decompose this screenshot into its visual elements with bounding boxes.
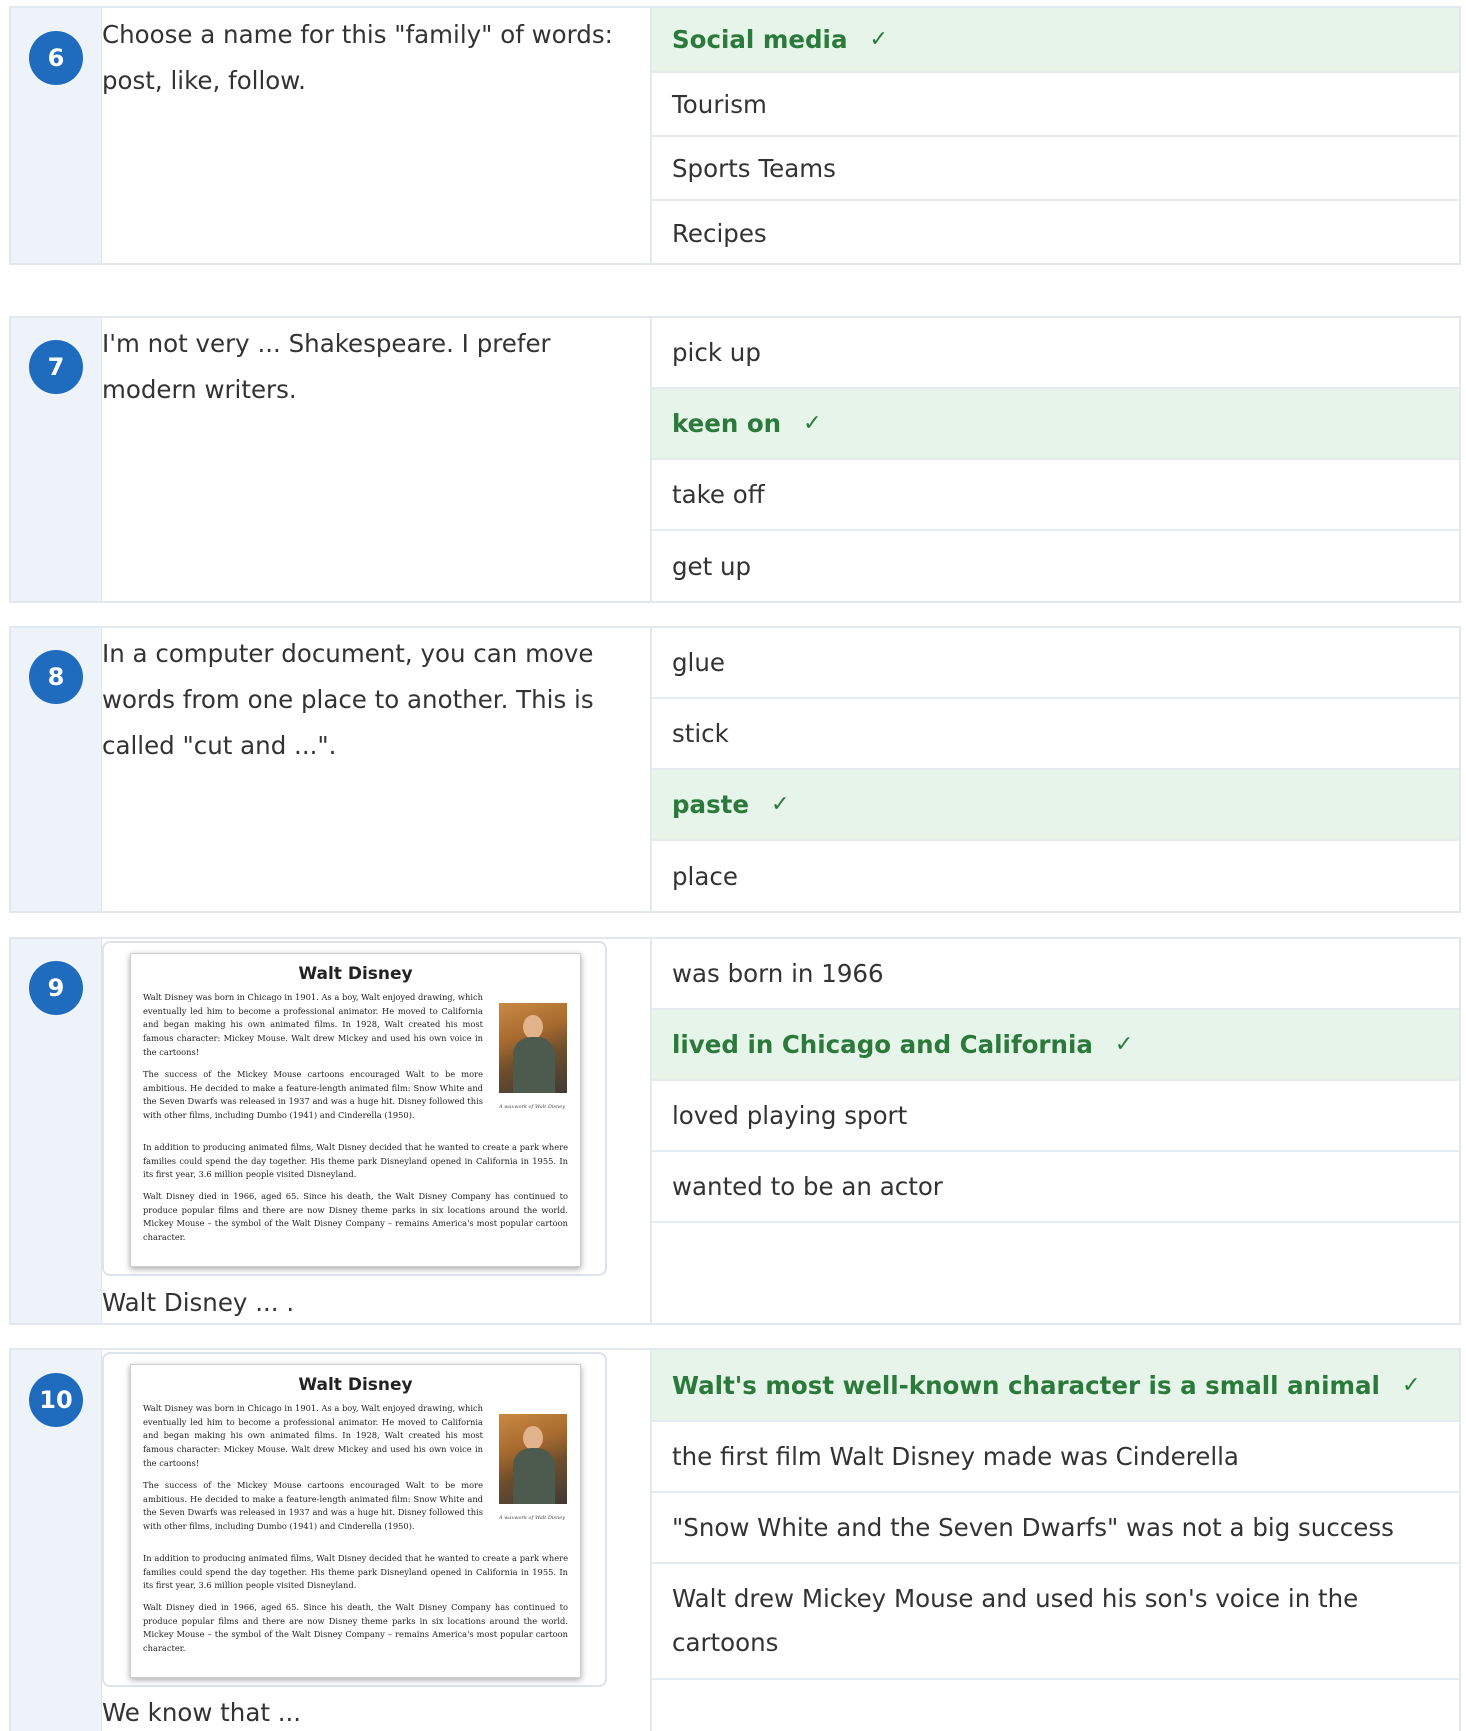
checkmark-icon: ✓ (1114, 1032, 1134, 1057)
answer-option-correct[interactable]: lived in Chicago and California ✓ (652, 1010, 1459, 1081)
reading-text-image[interactable]: Walt Disney Walt Disney was born in Chic… (102, 1352, 607, 1687)
answer-option-label: was born in 1966 (672, 959, 884, 988)
question-card-9: 9 Walt Disney Walt Disney was born in Ch… (9, 937, 1461, 1325)
question-number-column: 9 (11, 939, 102, 1323)
question-number-badge: 10 (29, 1373, 83, 1427)
reading-paragraph: The success of the Mickey Mouse cartoons… (143, 1480, 483, 1532)
answer-option-label: paste (672, 790, 749, 819)
answer-option[interactable]: get up (652, 531, 1459, 601)
checkmark-icon: ✓ (869, 27, 888, 52)
question-prompt-column: Choose a name for this "family" of words… (102, 8, 652, 263)
answer-option-label: glue (672, 648, 725, 677)
reading-title: Walt Disney (298, 1375, 413, 1395)
answer-option-label: pick up (672, 338, 761, 367)
checkmark-icon: ✓ (1401, 1372, 1421, 1398)
answer-option-label: "Snow White and the Seven Dwarfs" was no… (672, 1513, 1394, 1542)
answer-option[interactable]: take off (652, 460, 1459, 531)
answer-option-label: keen on (672, 409, 782, 438)
answer-options: was born in 1966 lived in Chicago and Ca… (652, 939, 1459, 1223)
answer-option-label: Sports Teams (672, 153, 836, 183)
answer-option-label: Recipes (672, 218, 767, 248)
answer-option-label: loved playing sport (672, 1101, 908, 1130)
reading-paragraph: The success of the Mickey Mouse cartoons… (143, 1069, 483, 1121)
question-text: Choose a name for this "family" of words… (102, 20, 613, 95)
question-text: In a computer document, you can move wor… (102, 639, 594, 760)
answer-option-label: place (672, 861, 738, 891)
walt-disney-photo (499, 1414, 567, 1504)
reading-text-image[interactable]: Walt Disney Walt Disney was born in Chic… (102, 941, 607, 1276)
question-card-7: 7 I'm not very ... Shakespeare. I prefer… (9, 316, 1461, 603)
photo-caption: A waxwork of Walt Disney (498, 1104, 566, 1110)
question-number-column: 8 (11, 628, 102, 911)
question-text: I'm not very ... Shakespeare. I prefer m… (102, 329, 551, 404)
reading-paragraph: Walt Disney died in 1966, aged 65. Since… (143, 1191, 568, 1243)
answer-option-label: get up (672, 551, 752, 581)
photo-caption: A waxwork of Walt Disney (498, 1515, 566, 1521)
answer-options: Walt's most well-known character is a sm… (652, 1350, 1459, 1680)
question-text: We know that ... (102, 1698, 302, 1727)
question-number-badge: 7 (29, 340, 83, 394)
answer-option[interactable]: Tourism (652, 73, 1459, 137)
answer-option[interactable]: the first film Walt Disney made was Cind… (652, 1422, 1459, 1493)
question-prompt-column: Walt Disney Walt Disney was born in Chic… (102, 939, 652, 1323)
question-card-10: 10 Walt Disney Walt Disney was born in C… (9, 1348, 1461, 1731)
answer-options: glue stick paste ✓ place (652, 628, 1459, 911)
answer-option-correct[interactable]: Social media ✓ (652, 8, 1459, 73)
answer-option[interactable]: Walt drew Mickey Mouse and used his son'… (652, 1564, 1459, 1680)
question-prompt-column: I'm not very ... Shakespeare. I prefer m… (102, 318, 652, 601)
question-prompt-column: In a computer document, you can move wor… (102, 628, 652, 911)
reading-document: Walt Disney Walt Disney was born in Chic… (130, 953, 581, 1267)
answer-option-label: Walt drew Mickey Mouse and used his son'… (672, 1584, 1359, 1657)
answer-option-label: Social media (672, 25, 848, 54)
reading-paragraph: In addition to producing animated films,… (143, 1553, 568, 1591)
answer-option[interactable]: Recipes (652, 201, 1459, 265)
answer-option-label: lived in Chicago and California (672, 1030, 1093, 1059)
question-prompt-column: Walt Disney Walt Disney was born in Chic… (102, 1350, 652, 1731)
answer-options: Social media ✓ Tourism Sports Teams Reci… (652, 8, 1459, 265)
reading-paragraph: Walt Disney was born in Chicago in 1901.… (143, 1403, 483, 1468)
answer-option-correct[interactable]: keen on ✓ (652, 389, 1459, 460)
question-card-8: 8 In a computer document, you can move w… (9, 626, 1461, 913)
question-number-column: 6 (11, 8, 102, 263)
answer-option[interactable]: place (652, 841, 1459, 911)
checkmark-icon: ✓ (770, 792, 790, 817)
answer-option-label: stick (672, 719, 729, 748)
answer-option[interactable]: pick up (652, 318, 1459, 389)
question-number-column: 7 (11, 318, 102, 601)
answer-option[interactable]: Sports Teams (652, 137, 1459, 201)
question-card-6: 6 Choose a name for this "family" of wor… (9, 6, 1461, 265)
reading-title: Walt Disney (298, 964, 413, 984)
answer-option[interactable]: loved playing sport (652, 1081, 1459, 1152)
answer-option[interactable]: was born in 1966 (652, 939, 1459, 1010)
answer-option-correct[interactable]: Walt's most well-known character is a sm… (652, 1350, 1459, 1422)
reading-document: Walt Disney Walt Disney was born in Chic… (130, 1364, 581, 1678)
question-number-badge: 8 (29, 650, 83, 704)
reading-paragraph: Walt Disney was born in Chicago in 1901.… (143, 992, 483, 1057)
answer-options: pick up keen on ✓ take off get up (652, 318, 1459, 601)
question-number-badge: 6 (29, 31, 83, 85)
answer-option-label: wanted to be an actor (672, 1172, 943, 1201)
reading-paragraph: Walt Disney died in 1966, aged 65. Since… (143, 1602, 568, 1654)
answer-option[interactable]: stick (652, 699, 1459, 770)
question-text: Walt Disney ... . (102, 1288, 295, 1317)
answer-option-label: Walt's most well-known character is a sm… (672, 1370, 1380, 1400)
answer-option-label: Tourism (672, 89, 767, 119)
answer-option[interactable]: glue (652, 628, 1459, 699)
question-number-column: 10 (11, 1350, 102, 1731)
reading-paragraph: In addition to producing animated films,… (143, 1142, 568, 1180)
checkmark-icon: ✓ (803, 411, 822, 436)
walt-disney-photo (499, 1003, 567, 1093)
answer-option-correct[interactable]: paste ✓ (652, 770, 1459, 841)
answer-option[interactable]: wanted to be an actor (652, 1152, 1459, 1223)
answer-option[interactable]: "Snow White and the Seven Dwarfs" was no… (652, 1493, 1459, 1564)
answer-option-label: the first film Walt Disney made was Cind… (672, 1442, 1239, 1471)
answer-option-label: take off (672, 480, 765, 509)
question-number-badge: 9 (29, 961, 83, 1015)
